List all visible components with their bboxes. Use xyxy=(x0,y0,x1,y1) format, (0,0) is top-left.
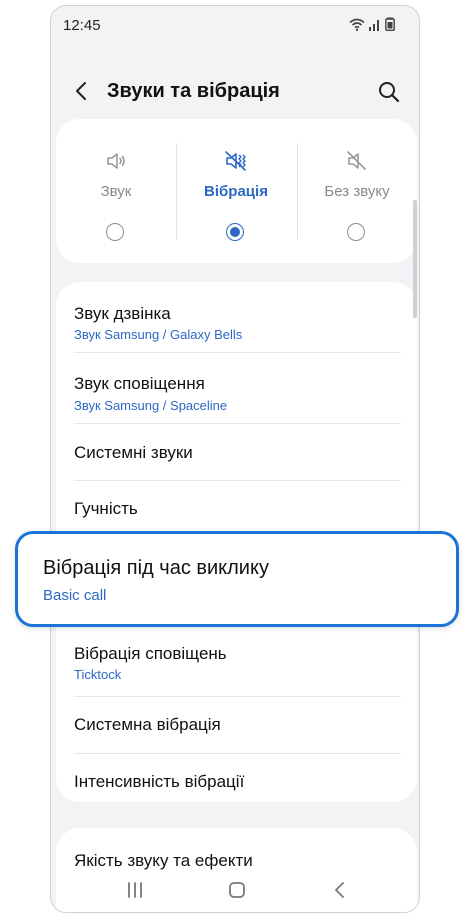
mode-vibrate-radio[interactable] xyxy=(226,223,244,241)
setting-subtitle: Ticktock xyxy=(74,667,122,682)
setting-subtitle: Звук Samsung / Spaceline xyxy=(74,398,228,413)
mode-mute-radio[interactable] xyxy=(347,223,365,241)
setting-title: Системні звуки xyxy=(74,443,193,462)
mode-mute-label: Без звуку xyxy=(324,183,390,200)
setting-notification-sound[interactable]: Звук сповіщення Звук Samsung / Spaceline xyxy=(56,353,417,423)
mode-mute[interactable]: Без звуку xyxy=(297,119,417,263)
setting-title: Системна вібрація xyxy=(74,715,221,734)
back-icon[interactable] xyxy=(328,878,352,902)
setting-title: Звук сповіщення xyxy=(74,374,205,393)
battery-icon xyxy=(385,17,395,31)
setting-subtitle: Basic call xyxy=(43,587,107,604)
status-icons xyxy=(349,17,395,31)
setting-system-sounds[interactable]: Системні звуки xyxy=(56,424,417,480)
status-time: 12:45 xyxy=(63,17,101,34)
setting-title: Звук дзвінка xyxy=(74,304,171,323)
speaker-icon xyxy=(107,153,125,169)
setting-notification-vibration[interactable]: Вібрація сповіщень Ticktock xyxy=(56,627,417,695)
home-icon[interactable] xyxy=(225,878,249,902)
recent-apps-icon[interactable] xyxy=(123,878,147,902)
wifi-icon xyxy=(349,18,365,31)
setting-call-vibration[interactable]: Вібрація під час виклику Basic call xyxy=(15,531,459,627)
status-bar: 12:45 xyxy=(51,6,419,42)
mode-vibrate-label: Вібрація xyxy=(204,183,268,200)
search-icon[interactable] xyxy=(377,80,401,104)
setting-ringtone[interactable]: Звук дзвінка Звук Samsung / Galaxy Bells xyxy=(56,282,417,352)
signal-icon xyxy=(369,19,379,31)
mute-icon xyxy=(347,151,366,170)
navigation-bar xyxy=(51,866,419,912)
back-arrow-icon[interactable] xyxy=(71,80,93,102)
page-title: Звуки та вібрація xyxy=(107,80,280,102)
mode-sound-radio[interactable] xyxy=(106,223,124,241)
setting-system-vibration[interactable]: Системна вібрація xyxy=(56,697,417,753)
mode-sound[interactable]: Звук xyxy=(56,119,176,263)
vibrate-icon xyxy=(225,151,246,171)
setting-title: Інтенсивність вібрації xyxy=(74,772,245,791)
scrollbar[interactable] xyxy=(413,200,417,318)
sound-mode-selector: Звук Вібрація Без звуку xyxy=(56,119,417,263)
app-header: Звуки та вібрація xyxy=(51,66,419,116)
setting-title: Вібрація сповіщень xyxy=(74,644,227,663)
setting-title: Гучність xyxy=(74,499,138,518)
setting-subtitle: Звук Samsung / Galaxy Bells xyxy=(74,327,243,342)
mode-vibrate[interactable]: Вібрація xyxy=(176,119,296,263)
phone-screen: 12:45 Звуки та вібрація Звук Вібрація Бе… xyxy=(50,5,420,913)
setting-volume[interactable]: Гучність xyxy=(56,481,417,537)
setting-vibration-intensity[interactable]: Інтенсивність вібрації xyxy=(56,754,417,802)
mode-sound-label: Звук xyxy=(100,183,132,200)
setting-title: Вібрація під час виклику xyxy=(43,557,269,579)
